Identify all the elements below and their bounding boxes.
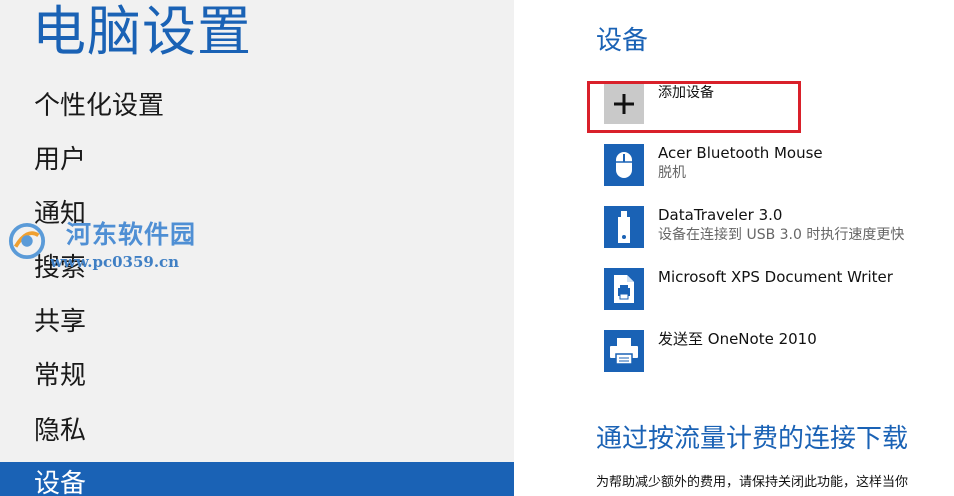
metered-description: 为帮助减少额外的费用，请保持关闭此功能，这样当你 xyxy=(596,475,909,490)
nav-item-users[interactable]: 用户 xyxy=(0,138,514,182)
device-name: Acer Bluetooth Mouse xyxy=(658,144,823,162)
device-item-datatraveler[interactable]: DataTraveler 3.0 设备在连接到 USB 3.0 时执行速度更快 xyxy=(604,206,944,252)
plus-icon xyxy=(604,84,644,124)
device-name: 发送至 OneNote 2010 xyxy=(658,330,817,348)
nav-item-privacy[interactable]: 隐私 xyxy=(0,409,514,453)
nav-item-search[interactable]: 搜索 xyxy=(0,246,514,290)
settings-nav-pane: 电脑设置 个性化设置 用户 通知 搜索 共享 常规 隐私 设备 河东软件园 ww… xyxy=(0,0,514,496)
nav-item-share[interactable]: 共享 xyxy=(0,300,514,344)
device-status: 脱机 xyxy=(658,165,686,181)
mouse-icon xyxy=(604,144,644,186)
nav-item-notifications[interactable]: 通知 xyxy=(0,192,514,236)
section-title-devices: 设备 xyxy=(596,26,649,56)
document-printer-icon xyxy=(604,268,644,310)
add-device-label: 添加设备 xyxy=(658,85,714,101)
device-item-xps-writer[interactable]: Microsoft XPS Document Writer xyxy=(604,268,944,314)
nav-item-devices[interactable]: 设备 xyxy=(0,462,514,496)
device-status: 设备在连接到 USB 3.0 时执行速度更快 xyxy=(658,227,905,243)
page-title: 电脑设置 xyxy=(32,0,252,63)
add-device-button[interactable]: 添加设备 xyxy=(604,84,804,126)
devices-content-pane: 设备 添加设备 Acer Bluetooth Mouse 脱机 DataTrav… xyxy=(514,0,954,496)
usb-drive-icon xyxy=(604,206,644,248)
device-item-acer-mouse[interactable]: Acer Bluetooth Mouse 脱机 xyxy=(604,144,944,190)
nav-item-general[interactable]: 常规 xyxy=(0,354,514,398)
device-item-onenote-printer[interactable]: 发送至 OneNote 2010 xyxy=(604,330,944,376)
nav-item-personalization[interactable]: 个性化设置 xyxy=(0,84,514,128)
section-title-metered-download: 通过按流量计费的连接下载 xyxy=(596,424,909,454)
device-name: Microsoft XPS Document Writer xyxy=(658,268,893,286)
device-name: DataTraveler 3.0 xyxy=(658,206,783,224)
printer-icon xyxy=(604,330,644,372)
